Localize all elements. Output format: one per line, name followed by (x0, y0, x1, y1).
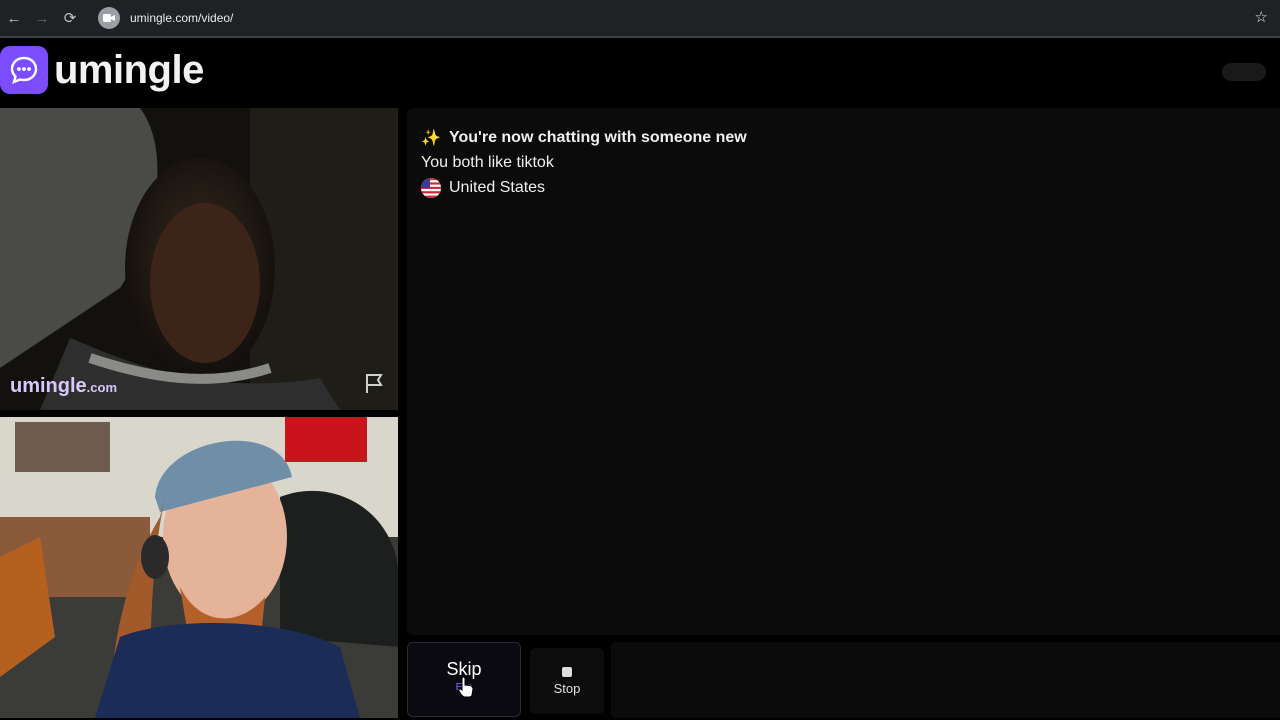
reload-icon[interactable]: ⟳ (56, 4, 84, 32)
us-flag-icon (421, 178, 441, 198)
chat-panel: ✨ You're now chatting with someone new Y… (407, 108, 1280, 635)
stop-icon (562, 666, 572, 677)
back-icon[interactable]: ← (0, 4, 28, 32)
stranger-video-frame (0, 108, 398, 410)
chat-message-text: You're now chatting with someone new (449, 129, 747, 146)
chat-message-text: United States (449, 179, 546, 196)
url-text: umingle.com/video/ (130, 11, 234, 25)
browser-toolbar: ← → ⟳ umingle.com/video/ ☆ (0, 0, 1280, 36)
chat-system-message: You both like tiktok (421, 154, 554, 172)
hand-cursor-icon (458, 676, 476, 703)
self-video-frame (0, 417, 398, 718)
self-video (0, 417, 398, 718)
chat-bubble-icon (0, 46, 48, 94)
sparkles-icon: ✨ (421, 130, 441, 147)
logo-text: umingle (54, 47, 204, 92)
stop-label: Stop (553, 680, 581, 696)
watermark-suffix: .com (86, 380, 118, 395)
umingle-watermark: umingle.com (10, 375, 117, 398)
umingle-logo[interactable]: umingle (0, 46, 204, 94)
bookmark-star-icon[interactable]: ☆ (1255, 8, 1268, 26)
chat-message-text: You both like tiktok (421, 154, 554, 171)
site-favicon-icon (98, 7, 120, 29)
forward-icon[interactable]: → (28, 4, 56, 32)
stop-button[interactable]: Stop (530, 648, 604, 714)
chat-system-message: ✨ You're now chatting with someone new (421, 128, 747, 148)
chat-system-message: United States (421, 178, 545, 198)
report-flag-icon[interactable] (362, 370, 388, 396)
header-toggle[interactable] (1222, 63, 1266, 81)
toolbar-divider (0, 36, 1280, 38)
stranger-video: umingle.com (0, 108, 398, 410)
address-bar[interactable]: umingle.com/video/ ☆ (96, 4, 1272, 32)
chat-message-input[interactable] (611, 642, 1280, 718)
watermark-text: umingle (10, 375, 87, 397)
